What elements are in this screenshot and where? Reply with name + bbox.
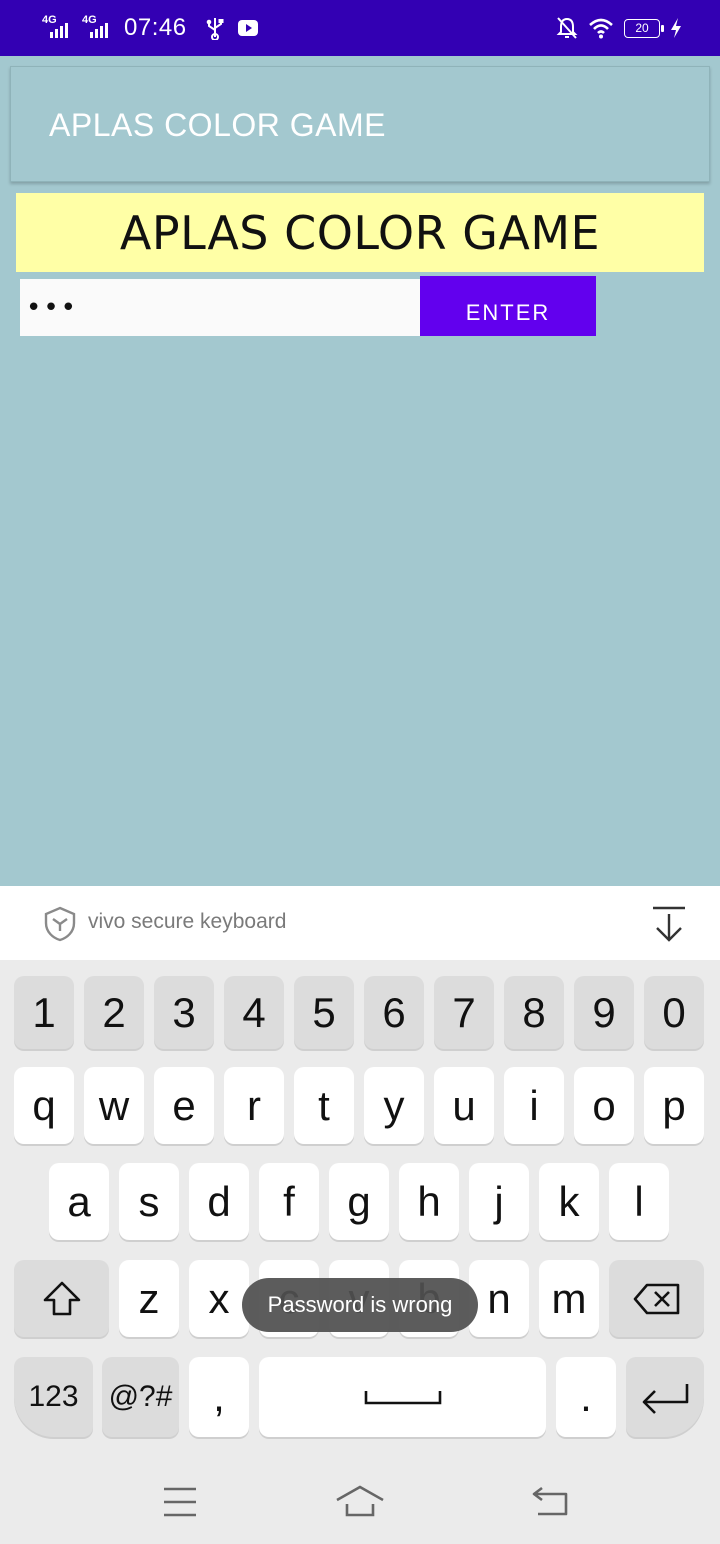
home-icon[interactable] <box>335 1484 385 1518</box>
key-0[interactable]: 0 <box>644 976 704 1049</box>
key-f[interactable]: f <box>259 1163 319 1240</box>
signal-1-icon: 4G <box>42 14 74 40</box>
shield-icon <box>44 906 76 942</box>
keyboard: 1 2 3 4 5 6 7 8 9 0 q w e r t y u i o p … <box>0 960 720 1544</box>
key-4[interactable]: 4 <box>224 976 284 1049</box>
mode-123-key[interactable]: 123 <box>14 1357 93 1437</box>
key-9[interactable]: 9 <box>574 976 634 1049</box>
wifi-icon <box>589 18 613 39</box>
key-p[interactable]: p <box>644 1067 704 1144</box>
key-5[interactable]: 5 <box>294 976 354 1049</box>
key-m[interactable]: m <box>539 1260 599 1337</box>
comma-key[interactable]: , <box>189 1357 249 1437</box>
key-r[interactable]: r <box>224 1067 284 1144</box>
enter-key[interactable] <box>626 1357 704 1437</box>
key-z[interactable]: z <box>119 1260 179 1337</box>
key-x[interactable]: x <box>189 1260 249 1337</box>
key-6[interactable]: 6 <box>364 976 424 1049</box>
app-bar: APLAS COLOR GAME <box>10 66 710 182</box>
key-t[interactable]: t <box>294 1067 354 1144</box>
key-2[interactable]: 2 <box>84 976 144 1049</box>
key-d[interactable]: d <box>189 1163 249 1240</box>
symbols-key[interactable]: @?# <box>102 1357 179 1437</box>
status-bar: 4G 4G 07:46 20 <box>0 0 720 56</box>
space-key[interactable] <box>259 1357 546 1437</box>
back-icon[interactable] <box>530 1484 570 1518</box>
password-wrong-toast: Password is wrong <box>242 1278 478 1332</box>
backspace-key[interactable] <box>609 1260 704 1337</box>
key-o[interactable]: o <box>574 1067 634 1144</box>
shift-icon <box>43 1281 80 1315</box>
app-bar-title: APLAS COLOR GAME <box>49 107 386 143</box>
key-u[interactable]: u <box>434 1067 494 1144</box>
password-input[interactable] <box>20 279 420 336</box>
key-a[interactable]: a <box>49 1163 109 1240</box>
key-w[interactable]: w <box>84 1067 144 1144</box>
enter-icon <box>642 1384 689 1414</box>
key-3[interactable]: 3 <box>154 976 214 1049</box>
key-g[interactable]: g <box>329 1163 389 1240</box>
key-1[interactable]: 1 <box>14 976 74 1049</box>
clock: 07:46 <box>124 14 187 41</box>
key-e[interactable]: e <box>154 1067 214 1144</box>
space-icon <box>364 1391 441 1405</box>
key-n[interactable]: n <box>469 1260 529 1337</box>
secure-keyboard-label: vivo secure keyboard <box>88 910 287 933</box>
collapse-keyboard-icon[interactable] <box>651 906 687 944</box>
status-left: 4G 4G 07:46 <box>42 12 259 44</box>
key-l[interactable]: l <box>609 1163 669 1240</box>
battery-icon: 20 <box>624 18 664 38</box>
key-q[interactable]: q <box>14 1067 74 1144</box>
enter-button[interactable]: ENTER <box>420 276 596 336</box>
menu-icon[interactable] <box>162 1486 198 1518</box>
keyboard-header: vivo secure keyboard <box>0 886 720 960</box>
backspace-icon <box>633 1283 679 1314</box>
usb-icon <box>206 18 224 40</box>
signal-2-icon: 4G <box>82 14 114 40</box>
status-right: 20 <box>556 12 682 44</box>
key-y[interactable]: y <box>364 1067 424 1144</box>
charging-icon <box>671 18 681 38</box>
key-8[interactable]: 8 <box>504 976 564 1049</box>
key-7[interactable]: 7 <box>434 976 494 1049</box>
key-s[interactable]: s <box>119 1163 179 1240</box>
key-k[interactable]: k <box>539 1163 599 1240</box>
key-i[interactable]: i <box>504 1067 564 1144</box>
key-j[interactable]: j <box>469 1163 529 1240</box>
period-key[interactable]: . <box>556 1357 616 1437</box>
game-title-banner: APLAS COLOR GAME <box>16 193 704 272</box>
shift-key[interactable] <box>14 1260 109 1337</box>
battery-level: 20 <box>635 20 649 35</box>
mute-bell-icon <box>556 17 578 39</box>
key-h[interactable]: h <box>399 1163 459 1240</box>
youtube-icon <box>237 20 258 36</box>
